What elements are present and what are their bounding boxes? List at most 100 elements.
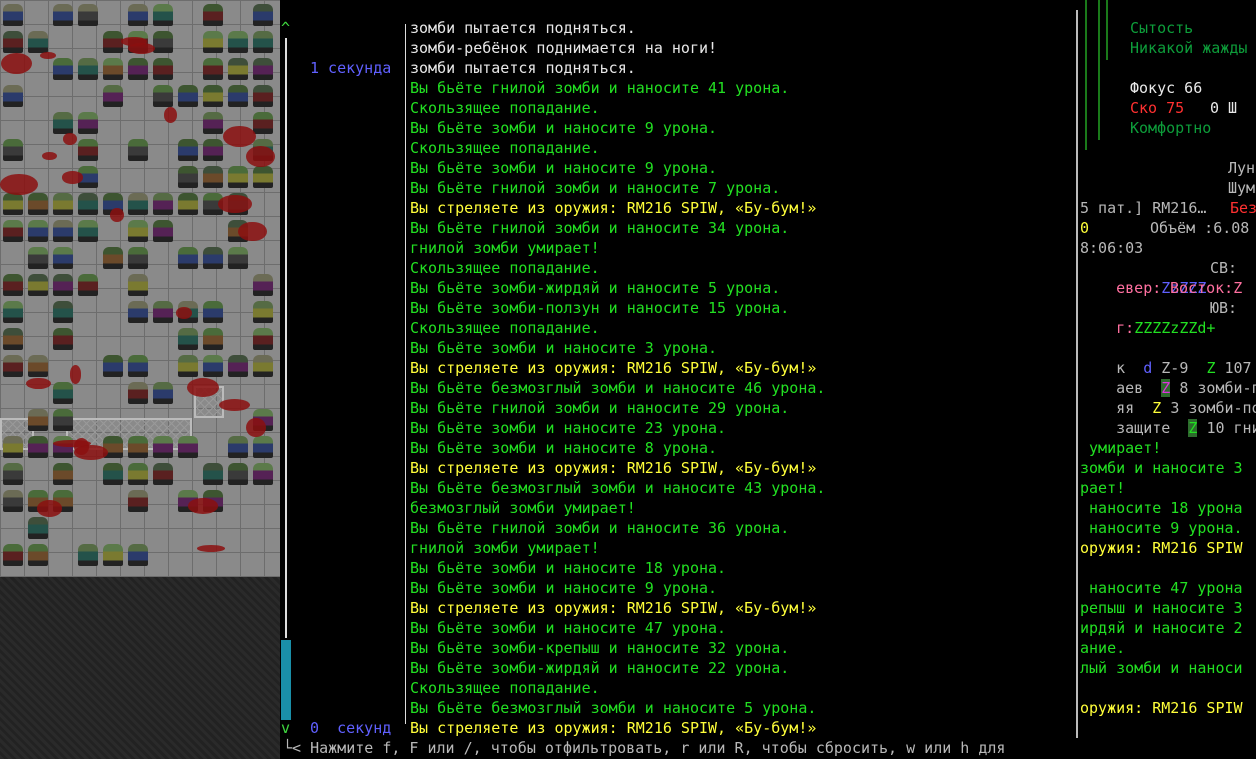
zombie-sprite [53, 112, 73, 134]
zombie-sprite [3, 139, 23, 161]
log-time-label: 1 секунда [310, 59, 392, 77]
log-message: Вы бьёте зомби и наносите 9 урона. [410, 159, 718, 177]
sidebar-log-line: лый зомби и наноси [1080, 659, 1243, 677]
zombie-sprite [128, 382, 148, 404]
log-message: Вы бьёте зомби-ползун и наносите 15 урон… [410, 299, 790, 317]
zombie-sprite [253, 112, 273, 134]
log-message: Вы бьёте зомби и наносите 8 урона. [410, 439, 718, 457]
sidebar-log-line: наносите 18 урона [1080, 499, 1243, 517]
zombie-sprite [28, 517, 48, 539]
zombie-sprite [203, 31, 223, 53]
zombie-sprite [28, 31, 48, 53]
volume-zero: 0 [1080, 219, 1090, 237]
zombie-sprite [228, 355, 248, 377]
zombie-sprite [103, 85, 123, 107]
zombie-sprite [153, 31, 173, 53]
zombie-sprite [53, 220, 73, 242]
message-log: зомби пытается подняться. зомби-ребёнок п… [280, 10, 1076, 740]
log-message: зомби-ребёнок поднимается на ноги! [410, 39, 718, 57]
zombie-sprite [253, 328, 273, 350]
sidebar-divider [1098, 0, 1100, 140]
zombie-sprite [228, 58, 248, 80]
blood-splatter [218, 195, 252, 213]
blood-splatter [41, 151, 57, 160]
zombie-sprite [3, 355, 23, 377]
log-message: зомби пытается подняться. [410, 19, 636, 37]
zombie-sprite [178, 247, 198, 269]
log-message: Вы бьёте зомби и наносите 3 урона. [410, 339, 718, 357]
weapon-mode: Без [1230, 199, 1256, 217]
zombie-sprite [153, 4, 173, 26]
zombie-sprite [128, 247, 148, 269]
zombie-sprite [203, 4, 223, 26]
compass-ne-label: СВ: [1210, 259, 1238, 277]
zombie-sprite [78, 139, 98, 161]
zombie-sprite [178, 85, 198, 107]
zombie-sprite [153, 85, 173, 107]
zombie-sprite [203, 85, 223, 107]
log-time-label: 0 секунд [310, 719, 392, 737]
log-message: Вы бьёте зомби-жирдяй и наносите 5 урона… [410, 279, 781, 297]
zombie-sprite [203, 112, 223, 134]
zombie-sprite [153, 382, 173, 404]
log-message: гнилой зомби умирает! [410, 239, 600, 257]
log-footer-hint: └< Нажмите f, F или /, чтобы отфильтрова… [283, 739, 1006, 757]
zombie-sprite [153, 436, 173, 458]
zombie-sprite [53, 4, 73, 26]
zombie-sprite [53, 463, 73, 485]
zombie-sprite [253, 85, 273, 107]
zombie-sprite [153, 193, 173, 215]
zombie-sprite [3, 274, 23, 296]
zombie-sprite [228, 31, 248, 53]
sidebar-log-line: рает! [1080, 479, 1126, 497]
zombie-sprite [128, 58, 148, 80]
zombie-sprite [3, 31, 23, 53]
zombie-sprite [203, 463, 223, 485]
log-message: Скользящее попадание. [410, 319, 600, 337]
zombie-sprite [178, 139, 198, 161]
zombie-sprite [178, 328, 198, 350]
zombie-sprite [78, 112, 98, 134]
zombie-sprite [128, 139, 148, 161]
log-message: Вы бьёте гнилой зомби и наносите 41 урон… [410, 79, 790, 97]
log-message: гнилой зомби умирает! [410, 539, 600, 557]
blood-splatter [36, 500, 62, 517]
log-message: Вы стреляете из оружия: RM216 SPIW, «Бу-… [410, 199, 817, 217]
zombie-sprite [53, 58, 73, 80]
zombie-sprite [103, 355, 123, 377]
log-message: Вы бьёте зомби и наносите 9 урона. [410, 119, 718, 137]
zombie-sprite [253, 4, 273, 26]
compass-south-monsters: ZZZZzZZd+ [1134, 319, 1216, 337]
zombie-sprite [203, 247, 223, 269]
speed-value: Ско 75 [1130, 99, 1185, 117]
zombie-sprite [153, 58, 173, 80]
zombie-sprite [28, 274, 48, 296]
sidebar-log-line: умирает! [1080, 439, 1162, 457]
sidebar-log-line: наносите 47 урона [1080, 579, 1243, 597]
zombie-sprite [3, 193, 23, 215]
zombie-sprite [78, 193, 98, 215]
compass-east: Восток:Z [1170, 279, 1243, 297]
log-message: зомби пытается подняться. [410, 59, 636, 77]
blood-splatter [187, 498, 218, 514]
game-map[interactable] [0, 0, 280, 759]
zombie-sprite [253, 166, 273, 188]
log-message: Вы бьёте безмозглый зомби и наносите 5 у… [410, 699, 817, 717]
zombie-sprite [178, 355, 198, 377]
zombie-sprite [178, 436, 198, 458]
zombie-sprite [228, 247, 248, 269]
zombie-sprite [203, 301, 223, 323]
thirst-status: Никакой жажды [1130, 39, 1248, 57]
moon-label: Лун [1228, 159, 1256, 177]
sidebar-divider [1106, 0, 1108, 60]
compass-south-label: г: [1116, 319, 1135, 337]
log-message: Вы бьёте зомби-крепыш и наносите 32 урон… [410, 639, 790, 657]
zombie-sprite [203, 166, 223, 188]
zombie-sprite [78, 58, 98, 80]
zombie-sprite [3, 220, 23, 242]
weapon-ammo: 5 пат.] RM216… [1080, 199, 1207, 217]
zombie-sprite [3, 436, 23, 458]
zombie-sprite [3, 328, 23, 350]
zombie-sprite [3, 490, 23, 512]
zombie-sprite [128, 193, 148, 215]
